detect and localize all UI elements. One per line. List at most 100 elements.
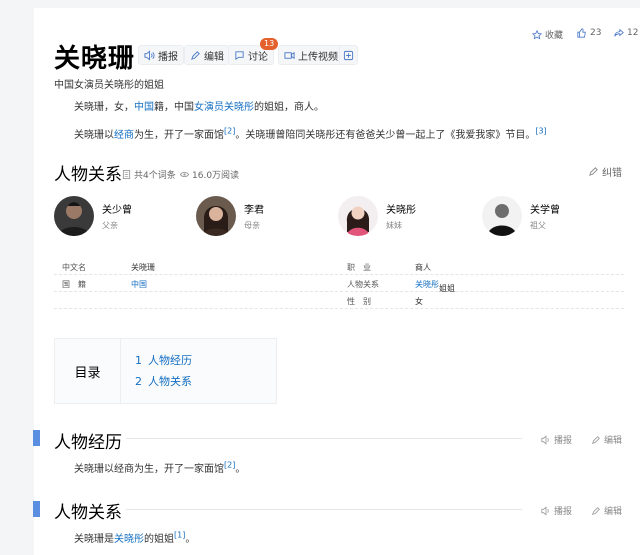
relation-card[interactable]: 李君 母亲 [196, 195, 326, 237]
section-marker [33, 501, 40, 517]
add-button[interactable] [339, 45, 358, 65]
intro-text: 的姐姐，商人。 [254, 102, 324, 113]
link-business[interactable]: 经商 [114, 130, 134, 141]
share-button[interactable]: 12 [614, 28, 638, 38]
toc-item[interactable]: 1 人物经历 [135, 352, 192, 368]
read-count: 16.0万阅读 [180, 168, 239, 181]
reference-link[interactable]: [1] [174, 531, 185, 540]
collect-button[interactable]: 收藏 [532, 28, 563, 41]
lemma-page: 关晓珊 播报 编辑 讨论 13 上传视频 收藏 23 12 中国女演员关晓彤的姐… [33, 8, 640, 555]
person-role: 父亲 [102, 221, 118, 230]
person-role: 祖父 [530, 221, 546, 230]
comment-icon [235, 50, 244, 60]
reference-link[interactable]: [2] [224, 461, 235, 470]
edit-label: 编辑 [604, 507, 623, 517]
section-edit-button[interactable]: 编辑 [591, 504, 622, 517]
like-button[interactable]: 23 [577, 28, 601, 38]
star-icon [532, 29, 542, 39]
info-value: 关晓珊 [131, 263, 155, 272]
avatar [196, 196, 236, 236]
section-broadcast-button[interactable]: 播报 [541, 504, 572, 517]
collect-label: 收藏 [545, 31, 564, 41]
broadcast-button[interactable]: 播报 [138, 45, 184, 65]
section-divider [126, 509, 522, 510]
intro-text: 关晓珊以 [74, 130, 114, 141]
toc-text: 人物关系 [148, 375, 192, 388]
relation-card[interactable]: 关少曾 父亲 [54, 195, 184, 237]
edit-button[interactable]: 编辑 [184, 45, 230, 65]
section-edit-button[interactable]: 编辑 [591, 433, 622, 446]
table-of-contents: 目录 1 人物经历 2 人物关系 [54, 338, 277, 404]
section-paragraph: 关晓珊以经商为生，开了一家面馆[2]。 [74, 460, 245, 475]
relations-heading: 人物关系 [54, 165, 122, 185]
relation-card[interactable]: 关学曾 祖父 [482, 195, 612, 237]
entries-count: 共4个词条 [122, 168, 176, 181]
like-count: 23 [590, 28, 602, 38]
intro-paragraph-1: 关晓珊，女，中国籍，中国女演员关晓彤的姐姐，商人。 [74, 98, 324, 113]
page-title: 关晓珊 [54, 44, 136, 74]
intro-paragraph-2: 关晓珊以经商为生，开了一家面馆[2]。关晓珊曾陪同关晓彤还有爸爸关少曾一起上了《… [74, 126, 547, 141]
edit-label: 编辑 [604, 436, 623, 446]
avatar [54, 196, 94, 236]
avatar [482, 196, 522, 236]
plus-square-icon [343, 50, 354, 60]
info-value-link[interactable]: 中国 [131, 279, 147, 290]
person-role: 母亲 [244, 221, 260, 230]
link-actress[interactable]: 女演员 [194, 102, 224, 113]
section-text: 关晓珊以经商为生，开了一家面馆 [74, 464, 224, 475]
link-guan-xiaotong[interactable]: 关晓彤 [114, 534, 144, 545]
info-value: 女 [415, 297, 423, 306]
section-text: 的姐姐 [144, 534, 174, 545]
edit-label: 编辑 [204, 51, 224, 63]
person-name: 关晓彤 [386, 205, 416, 216]
pencil-icon [592, 435, 600, 444]
info-value: 关晓彤 姐姐 [415, 279, 455, 293]
reads-label: 16.0万阅读 [192, 171, 240, 181]
info-label: 中文名 [62, 263, 86, 272]
pencil-icon [191, 50, 200, 60]
section-heading: 人物经历 [54, 433, 122, 453]
person-name: 李君 [244, 205, 264, 216]
intro-text: 关晓珊，女， [74, 102, 134, 113]
lemma-subtitle: 中国女演员关晓彤的姐姐 [54, 80, 164, 91]
reference-link[interactable]: [3] [535, 127, 546, 136]
pencil-icon [592, 506, 600, 515]
info-value: 商人 [415, 263, 431, 272]
upload-video-label: 上传视频 [298, 51, 338, 63]
link-guan-xiaotong[interactable]: 关晓彤 [415, 280, 439, 289]
toc-text: 人物经历 [148, 354, 192, 367]
link-china[interactable]: 中国 [134, 102, 154, 113]
broadcast-label: 播报 [158, 51, 178, 63]
section-paragraph: 关晓珊是关晓彤的姐姐[1]。 [74, 530, 195, 545]
speaker-icon [144, 49, 155, 61]
toc-number: 2 [135, 375, 142, 388]
reference-link[interactable]: [2] [224, 127, 235, 136]
info-row: 中文名 关晓珊 职 业 商人 [54, 258, 624, 275]
section-marker [33, 430, 40, 446]
info-label: 国 籍 [62, 280, 86, 289]
video-icon [284, 51, 295, 59]
section-text: 关晓珊是 [74, 534, 114, 545]
basic-info-table: 中文名 关晓珊 职 业 商人 国 籍 中国 人物关系 关晓彤 姐姐 性 别 女 [54, 258, 624, 309]
info-row: 国 籍 中国 人物关系 关晓彤 姐姐 [54, 275, 624, 293]
person-name: 关少曾 [102, 205, 132, 216]
section-heading: 人物关系 [54, 503, 122, 523]
info-label: 性 别 [347, 297, 371, 306]
intro-text: 籍，中国 [154, 102, 194, 113]
eye-icon [180, 172, 189, 177]
correct-button[interactable]: 纠错 [588, 164, 622, 179]
intro-text: 。关晓珊曾陪同关晓彤还有爸爸关少曾一起上了《我爱我家》节目。 [235, 130, 536, 141]
section-text: 。 [235, 464, 246, 475]
section-broadcast-button[interactable]: 播报 [541, 433, 572, 446]
toc-item[interactable]: 2 人物关系 [135, 373, 192, 389]
person-name: 关学曾 [530, 205, 560, 216]
person-role: 妹妹 [386, 221, 402, 230]
link-guan-xiaotong[interactable]: 关晓彤 [224, 102, 254, 113]
upload-video-button[interactable]: 上传视频 [278, 45, 344, 65]
info-label: 职 业 [347, 263, 371, 272]
discuss-count-badge: 13 [260, 38, 279, 50]
relation-card[interactable]: 关晓彤 妹妹 [338, 195, 468, 237]
section-divider [126, 438, 522, 439]
pencil-icon [589, 167, 598, 176]
broadcast-label: 播报 [554, 436, 573, 446]
